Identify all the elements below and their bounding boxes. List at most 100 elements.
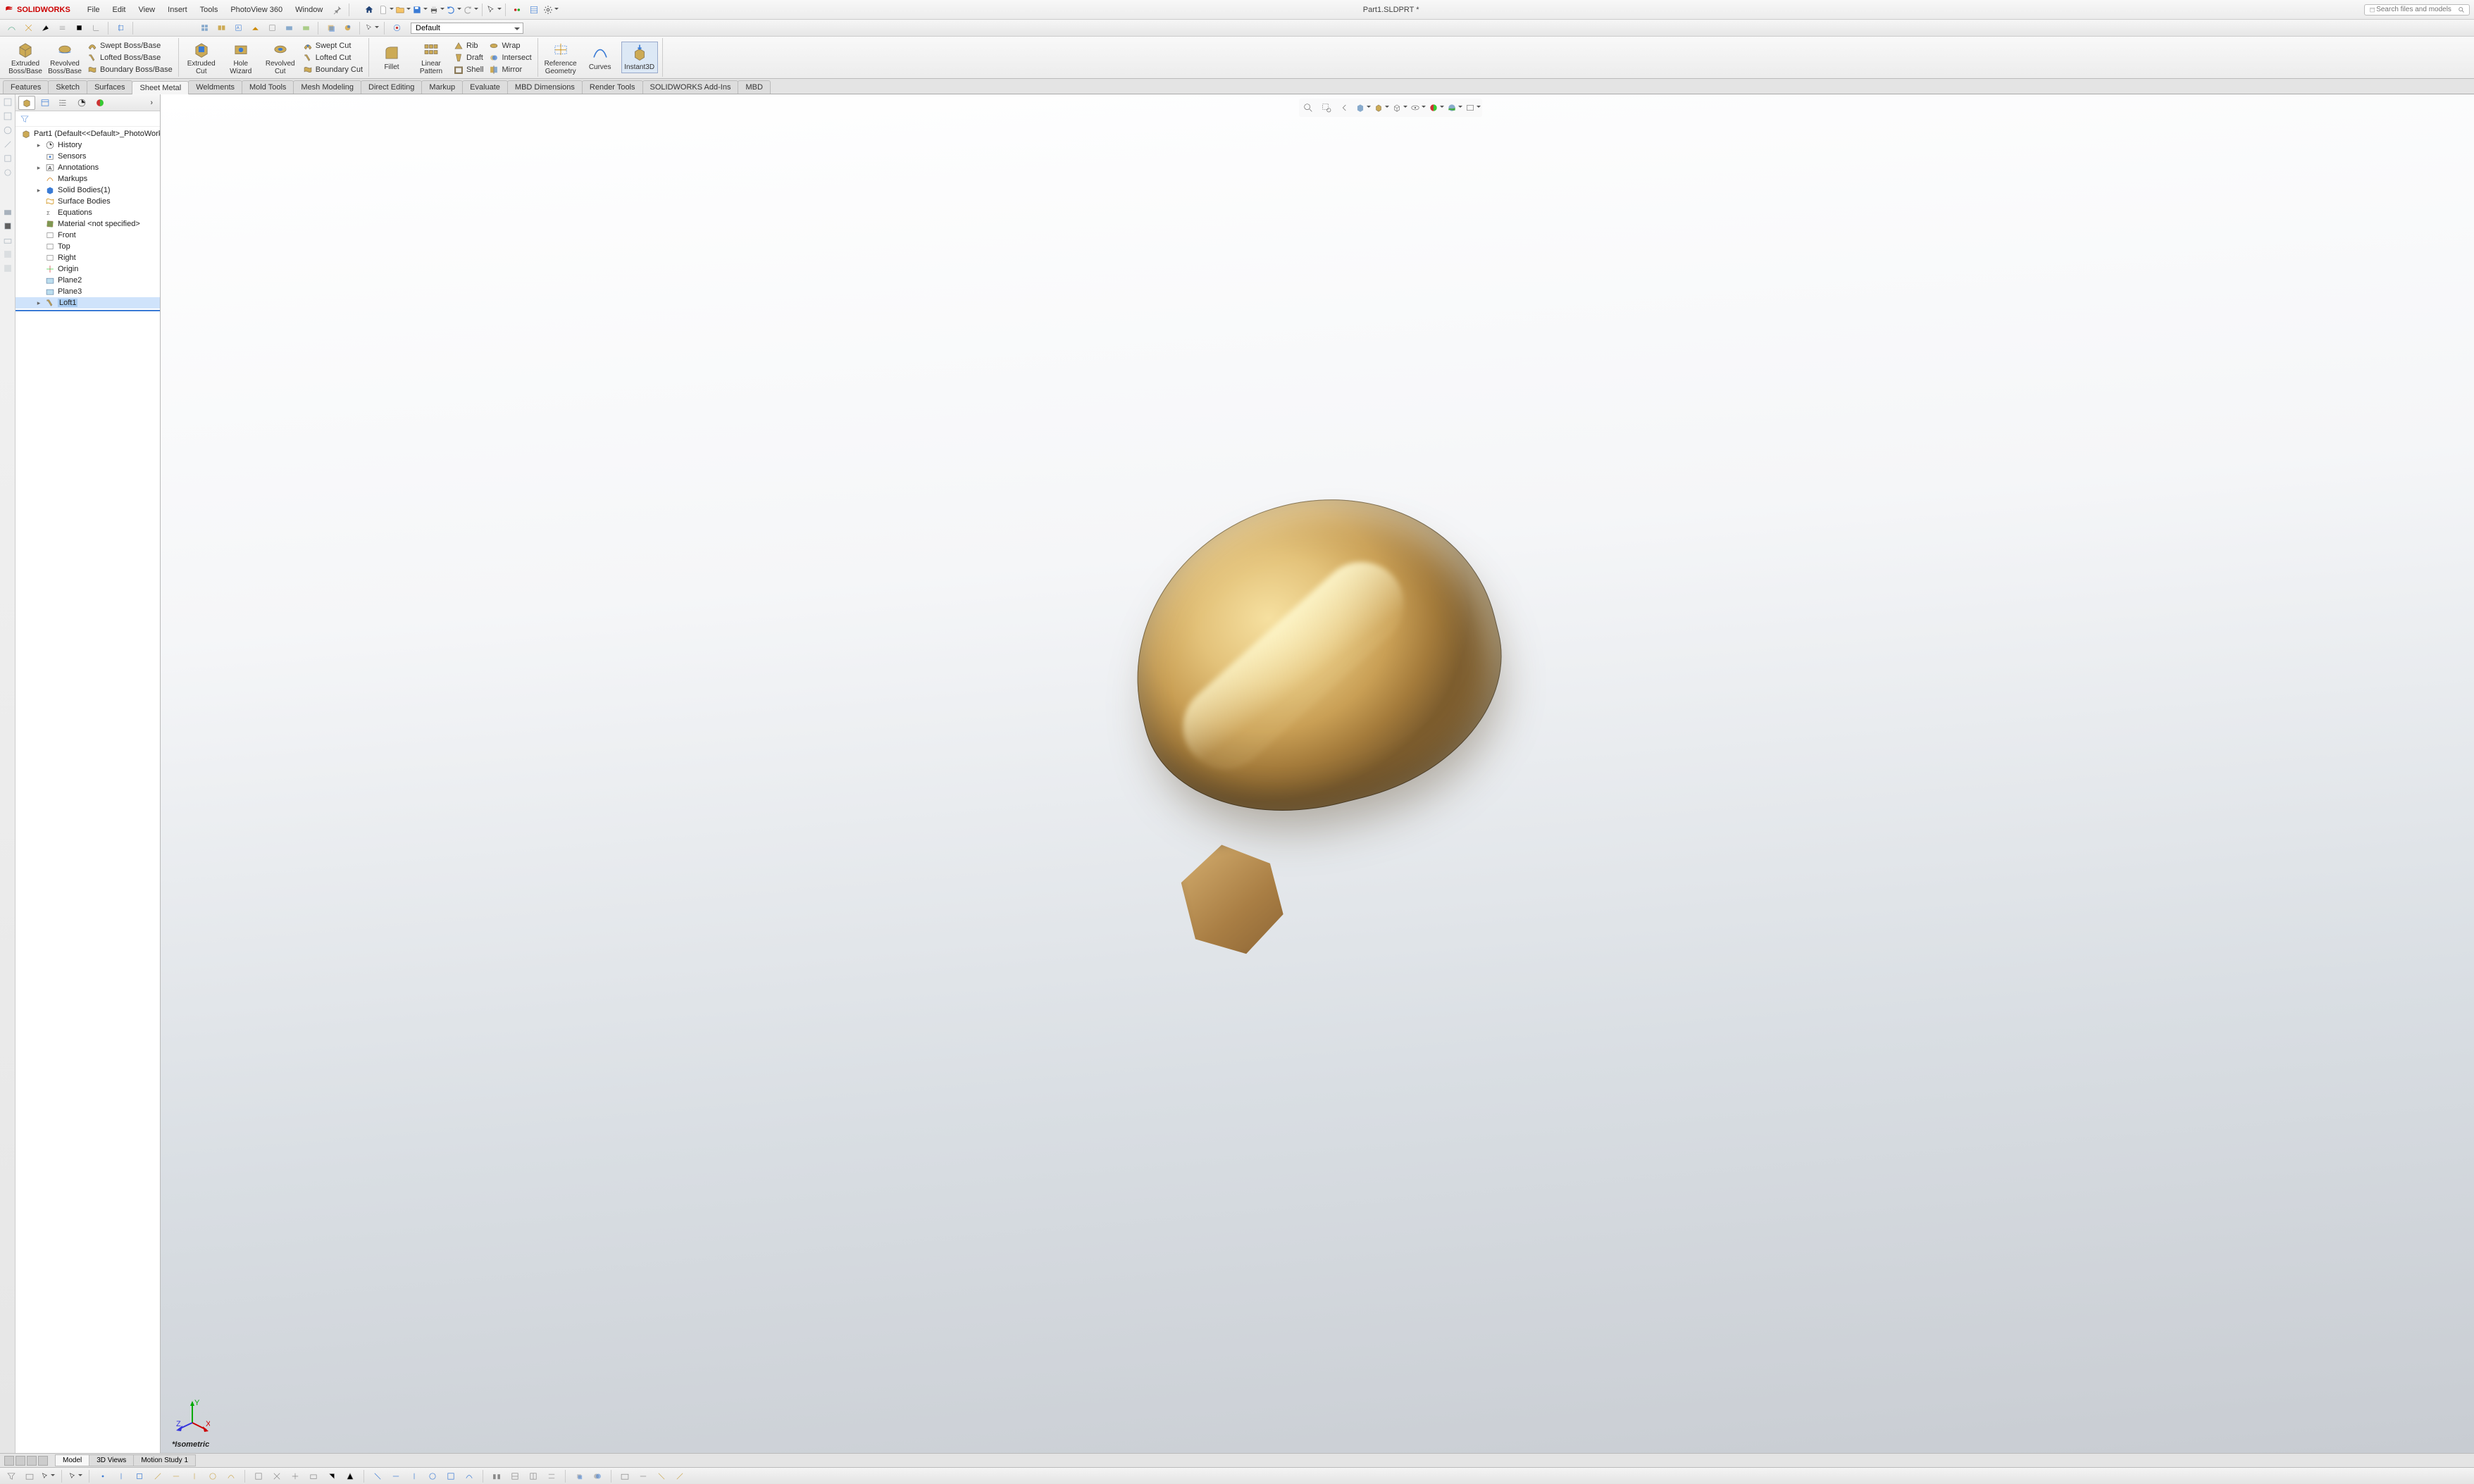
sb-icon[interactable] (187, 1469, 201, 1483)
tab-addins[interactable]: SOLIDWORKS Add-Ins (642, 80, 739, 94)
tree-item[interactable]: Sensors (15, 151, 160, 162)
hole-wizard-button[interactable]: Hole Wizard (223, 39, 259, 77)
tree-expand-icon[interactable]: › (146, 99, 157, 107)
tab-mbddim[interactable]: MBD Dimensions (507, 80, 583, 94)
sb-icon[interactable] (343, 1469, 357, 1483)
sb-icon[interactable] (224, 1469, 238, 1483)
tab-weldments[interactable]: Weldments (188, 80, 242, 94)
gutter-icon[interactable] (3, 168, 13, 177)
sb-icon[interactable] (325, 1469, 339, 1483)
shell-button[interactable]: Shell (452, 64, 485, 75)
menu-tools[interactable]: Tools (194, 3, 224, 17)
fillet-button[interactable]: Fillet (373, 42, 410, 73)
sb-icon[interactable] (572, 1469, 586, 1483)
btab-model[interactable]: Model (55, 1454, 89, 1466)
sb-icon[interactable] (545, 1469, 559, 1483)
sb-icon[interactable] (68, 1469, 82, 1483)
tree-item[interactable]: Origin (15, 263, 160, 275)
sb-icon[interactable] (4, 1469, 18, 1483)
qt-icon[interactable] (365, 21, 379, 35)
qt-icon[interactable] (197, 21, 211, 35)
tree-item[interactable]: ▸AAnnotations (15, 162, 160, 173)
extruded-cut-button[interactable]: Extruded Cut (183, 39, 220, 77)
mirror-button[interactable]: Mirror (487, 64, 533, 75)
tree-tab-pm[interactable] (37, 96, 54, 110)
sb-icon[interactable] (288, 1469, 302, 1483)
model-face[interactable] (1169, 833, 1293, 966)
revolved-boss-button[interactable]: Revolved Boss/Base (46, 39, 83, 77)
qt-icon[interactable] (282, 21, 296, 35)
options-icon[interactable] (526, 2, 542, 18)
gutter-icon[interactable] (3, 249, 13, 259)
tab-evaluate[interactable]: Evaluate (462, 80, 508, 94)
tab-features[interactable]: Features (3, 80, 49, 94)
qt-icon[interactable] (323, 21, 337, 35)
menu-view[interactable]: View (132, 3, 161, 17)
gutter-icon[interactable] (3, 221, 13, 231)
sb-icon[interactable] (270, 1469, 284, 1483)
section-icon[interactable] (1355, 100, 1371, 116)
swept-cut-button[interactable]: Swept Cut (302, 40, 364, 51)
qt-icon[interactable] (214, 21, 228, 35)
draft-button[interactable]: Draft (452, 52, 485, 63)
sb-icon[interactable] (389, 1469, 403, 1483)
tab-surfaces[interactable]: Surfaces (87, 80, 132, 94)
sb-icon[interactable] (407, 1469, 421, 1483)
qt-icon[interactable] (390, 21, 404, 35)
gutter-icon[interactable] (3, 139, 13, 149)
sb-icon[interactable] (618, 1469, 632, 1483)
tab-sketch[interactable]: Sketch (48, 80, 87, 94)
tab-direct[interactable]: Direct Editing (361, 80, 422, 94)
rib-button[interactable]: Rib (452, 40, 485, 51)
pin-icon[interactable] (330, 2, 345, 18)
tree-item[interactable]: Markups (15, 173, 160, 185)
tree-item[interactable]: ΣEquations (15, 207, 160, 218)
sb-icon[interactable] (654, 1469, 669, 1483)
save-icon[interactable] (412, 2, 428, 18)
tree-item[interactable]: ▸History (15, 139, 160, 151)
linear-pattern-button[interactable]: Linear Pattern (413, 39, 449, 77)
qt-icon[interactable] (89, 21, 103, 35)
extruded-boss-button[interactable]: Extruded Boss/Base (7, 39, 44, 77)
sb-icon[interactable] (206, 1469, 220, 1483)
sb-icon[interactable] (526, 1469, 540, 1483)
print-icon[interactable] (429, 2, 445, 18)
tree-item[interactable]: Surface Bodies (15, 196, 160, 207)
tree-item[interactable]: ▸Solid Bodies(1) (15, 185, 160, 196)
tab-markup[interactable]: Markup (421, 80, 463, 94)
tab-mbd[interactable]: MBD (738, 80, 770, 94)
qt-icon[interactable] (248, 21, 262, 35)
hide-show-icon[interactable] (1410, 100, 1426, 116)
qt-icon[interactable] (21, 21, 35, 35)
appearance-icon[interactable] (1429, 100, 1444, 116)
tree-tab-cfg[interactable] (55, 96, 72, 110)
settings-icon[interactable] (543, 2, 559, 18)
menu-insert[interactable]: Insert (162, 3, 193, 17)
curves-button[interactable]: Curves (582, 42, 618, 73)
select-icon[interactable] (486, 2, 502, 18)
view-orient-icon[interactable] (1374, 100, 1389, 116)
qt-icon[interactable] (72, 21, 86, 35)
tree-item[interactable]: Plane3 (15, 286, 160, 297)
feature-tree[interactable]: Part1 (Default<<Default>_PhotoWorks D ▸H… (15, 127, 160, 1453)
display-style-icon[interactable] (1392, 100, 1407, 116)
tab-mesh[interactable]: Mesh Modeling (293, 80, 361, 94)
swept-boss-button[interactable]: Swept Boss/Base (86, 40, 174, 51)
sb-icon[interactable] (132, 1469, 147, 1483)
sb-icon[interactable] (673, 1469, 687, 1483)
sb-icon[interactable] (151, 1469, 165, 1483)
boundary-boss-button[interactable]: Boundary Boss/Base (86, 64, 174, 75)
qt-icon[interactable] (4, 21, 18, 35)
filter-icon[interactable] (20, 114, 30, 124)
sb-icon[interactable] (425, 1469, 440, 1483)
sb-icon[interactable] (636, 1469, 650, 1483)
menu-file[interactable]: File (82, 3, 106, 17)
btab-3dviews[interactable]: 3D Views (89, 1454, 134, 1466)
tab-moldtools[interactable]: Mold Tools (242, 80, 294, 94)
tree-root[interactable]: Part1 (Default<<Default>_PhotoWorks D (15, 128, 160, 139)
gutter-icon[interactable] (3, 125, 13, 135)
search-input[interactable] (2376, 6, 2458, 13)
redo-icon[interactable] (463, 2, 478, 18)
sb-icon[interactable] (114, 1469, 128, 1483)
tree-item[interactable]: Material <not specified> (15, 218, 160, 230)
